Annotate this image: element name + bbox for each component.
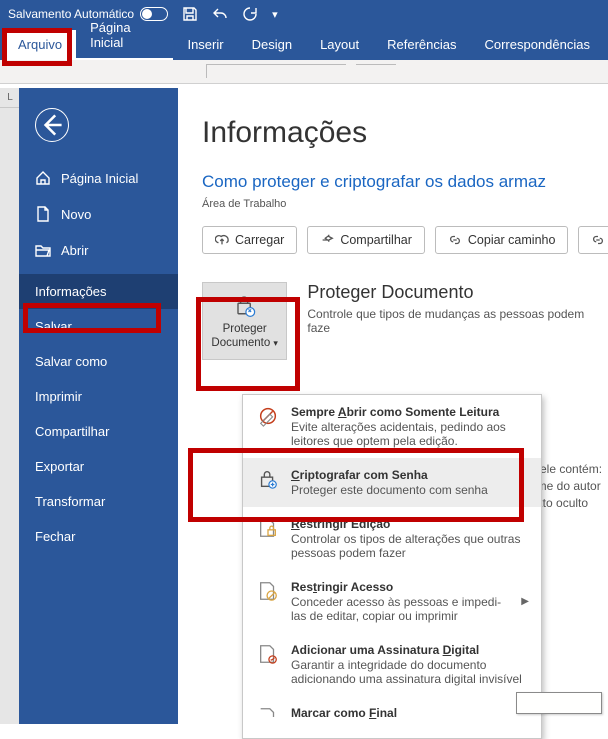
nav-share-label: Compartilhar bbox=[35, 424, 109, 439]
nav-home-label: Página Inicial bbox=[61, 171, 138, 186]
tab-layout[interactable]: Layout bbox=[306, 30, 373, 60]
nav-open-label: Abrir bbox=[61, 243, 88, 258]
nav-export-label: Exportar bbox=[35, 459, 84, 474]
nav-transform-label: Transformar bbox=[35, 494, 105, 509]
restrict-edit-icon bbox=[255, 517, 281, 560]
nav-saveas-label: Salvar como bbox=[35, 354, 107, 369]
backstage-sidebar: Página Inicial Novo Abrir Informações Sa… bbox=[19, 88, 178, 724]
share-button[interactable]: Compartilhar bbox=[307, 226, 425, 254]
qat-overflow[interactable]: ▾ bbox=[272, 8, 278, 21]
action-row: Carregar Compartilhar Copiar caminho Cop… bbox=[202, 226, 608, 254]
signature-icon bbox=[255, 643, 281, 686]
protect-button-label: ProtegerDocumento ▾ bbox=[211, 323, 278, 351]
copypath-button[interactable]: Copiar caminho bbox=[435, 226, 569, 254]
tab-home[interactable]: Página Inicial bbox=[76, 13, 173, 60]
redo-icon[interactable] bbox=[242, 6, 258, 22]
no-edit-icon bbox=[255, 405, 281, 448]
nav-close[interactable]: Fechar bbox=[19, 519, 178, 554]
protect-text: Proteger Documento Controle que tipos de… bbox=[307, 282, 608, 335]
menu-restrict-access[interactable]: Restringir AcessoConceder acesso às pess… bbox=[243, 570, 541, 633]
share-label: Compartilhar bbox=[340, 233, 412, 247]
restrict-access-icon bbox=[255, 580, 281, 623]
tooltip-fragment bbox=[516, 692, 602, 714]
protect-sub: Controle que tipos de mudanças as pessoa… bbox=[307, 307, 608, 335]
nav-open[interactable]: Abrir bbox=[19, 232, 178, 268]
nav-save-label: Salvar bbox=[35, 319, 72, 334]
menu-encrypt-password[interactable]: Criptografar com SenhaProteger este docu… bbox=[243, 458, 541, 507]
tab-file[interactable]: Arquivo bbox=[4, 30, 76, 60]
menu-mark-final[interactable]: Marcar como Final bbox=[243, 696, 541, 738]
ribbon-tabs: Arquivo Página Inicial Inserir Design La… bbox=[0, 28, 608, 60]
protect-document-menu: Sempre Abrir como Somente LeituraEvite a… bbox=[242, 394, 542, 739]
ruler-corner: L bbox=[0, 88, 20, 108]
final-icon bbox=[255, 706, 281, 728]
nav-home[interactable]: Página Inicial bbox=[19, 160, 178, 196]
ribbon-body bbox=[0, 60, 608, 84]
nav-share[interactable]: Compartilhar bbox=[19, 414, 178, 449]
lock-key-icon bbox=[255, 468, 281, 497]
upload-button[interactable]: Carregar bbox=[202, 226, 297, 254]
menu-open-readonly[interactable]: Sempre Abrir como Somente LeituraEvite a… bbox=[243, 395, 541, 458]
quick-access-toolbar: ▾ bbox=[182, 6, 278, 22]
upload-label: Carregar bbox=[235, 233, 284, 247]
protect-document-button[interactable]: ProtegerDocumento ▾ bbox=[202, 282, 287, 360]
tab-references[interactable]: Referências bbox=[373, 30, 470, 60]
save-icon[interactable] bbox=[182, 6, 198, 22]
protect-row: ProtegerDocumento ▾ Proteger Documento C… bbox=[202, 282, 608, 360]
nav-transform[interactable]: Transformar bbox=[19, 484, 178, 519]
nav-saveas[interactable]: Salvar como bbox=[19, 344, 178, 379]
nav-new-label: Novo bbox=[61, 207, 91, 222]
nav-info[interactable]: Informações bbox=[19, 274, 178, 309]
tab-design[interactable]: Design bbox=[238, 30, 306, 60]
protect-heading: Proteger Documento bbox=[307, 282, 608, 303]
nav-new[interactable]: Novo bbox=[19, 196, 178, 232]
nav-export[interactable]: Exportar bbox=[19, 449, 178, 484]
back-button[interactable] bbox=[35, 108, 69, 142]
nav-print[interactable]: Imprimir bbox=[19, 379, 178, 414]
nav-save[interactable]: Salvar bbox=[19, 309, 178, 344]
doc-path: Área de Trabalho bbox=[202, 198, 608, 210]
nav-close-label: Fechar bbox=[35, 529, 75, 544]
ruler: L bbox=[0, 88, 20, 724]
nav-print-label: Imprimir bbox=[35, 389, 82, 404]
menu-digital-signature[interactable]: Adicionar uma Assinatura DigitalGarantir… bbox=[243, 633, 541, 696]
doc-title: Como proteger e criptografar os dados ar… bbox=[202, 172, 608, 192]
copypath-label: Copiar caminho bbox=[468, 233, 556, 247]
tab-mailings[interactable]: Correspondências bbox=[470, 30, 604, 60]
undo-icon[interactable] bbox=[212, 6, 228, 22]
lock-shield-icon bbox=[231, 291, 259, 319]
copypath2-button[interactable]: Copiar c bbox=[578, 226, 608, 254]
chevron-right-icon: ▶ bbox=[521, 596, 529, 607]
nav-info-label: Informações bbox=[35, 284, 107, 299]
menu-restrict-editing[interactable]: Restringir EdiçãoControlar os tipos de a… bbox=[243, 507, 541, 570]
tab-insert[interactable]: Inserir bbox=[173, 30, 237, 60]
page-title: Informações bbox=[202, 116, 608, 150]
